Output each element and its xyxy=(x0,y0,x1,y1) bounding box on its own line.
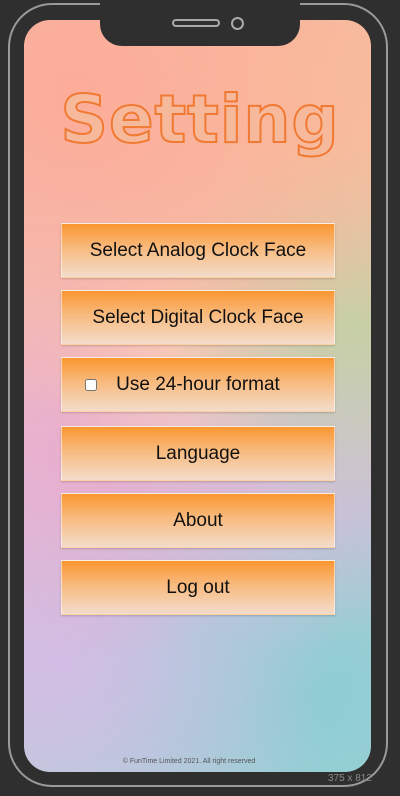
language-label: Language xyxy=(155,442,241,464)
frame-size-label: 375 x 812 xyxy=(328,773,372,784)
select-analog-clock-face-label: Select Analog Clock Face xyxy=(89,239,307,261)
language-button[interactable]: Language xyxy=(61,426,335,481)
about-label: About xyxy=(173,509,223,531)
speaker-icon xyxy=(172,19,220,27)
select-digital-clock-face-button[interactable]: Select Digital Clock Face xyxy=(61,290,335,345)
select-digital-clock-face-label: Select Digital Clock Face xyxy=(92,306,304,328)
camera-icon xyxy=(231,17,244,30)
use-24-hour-format-checkbox[interactable] xyxy=(85,379,97,391)
select-analog-clock-face-button[interactable]: Select Analog Clock Face xyxy=(61,223,335,278)
log-out-button[interactable]: Log out xyxy=(61,560,335,615)
log-out-label: Log out xyxy=(166,576,230,598)
about-button[interactable]: About xyxy=(61,493,335,548)
use-24-hour-format-label: Use 24-hour format xyxy=(116,373,280,395)
page-title: Setting xyxy=(59,80,340,159)
use-24-hour-format-button[interactable]: Use 24-hour format xyxy=(61,357,335,412)
copyright-footer: © FunTime Limited 2021. All right reserv… xyxy=(122,758,256,765)
